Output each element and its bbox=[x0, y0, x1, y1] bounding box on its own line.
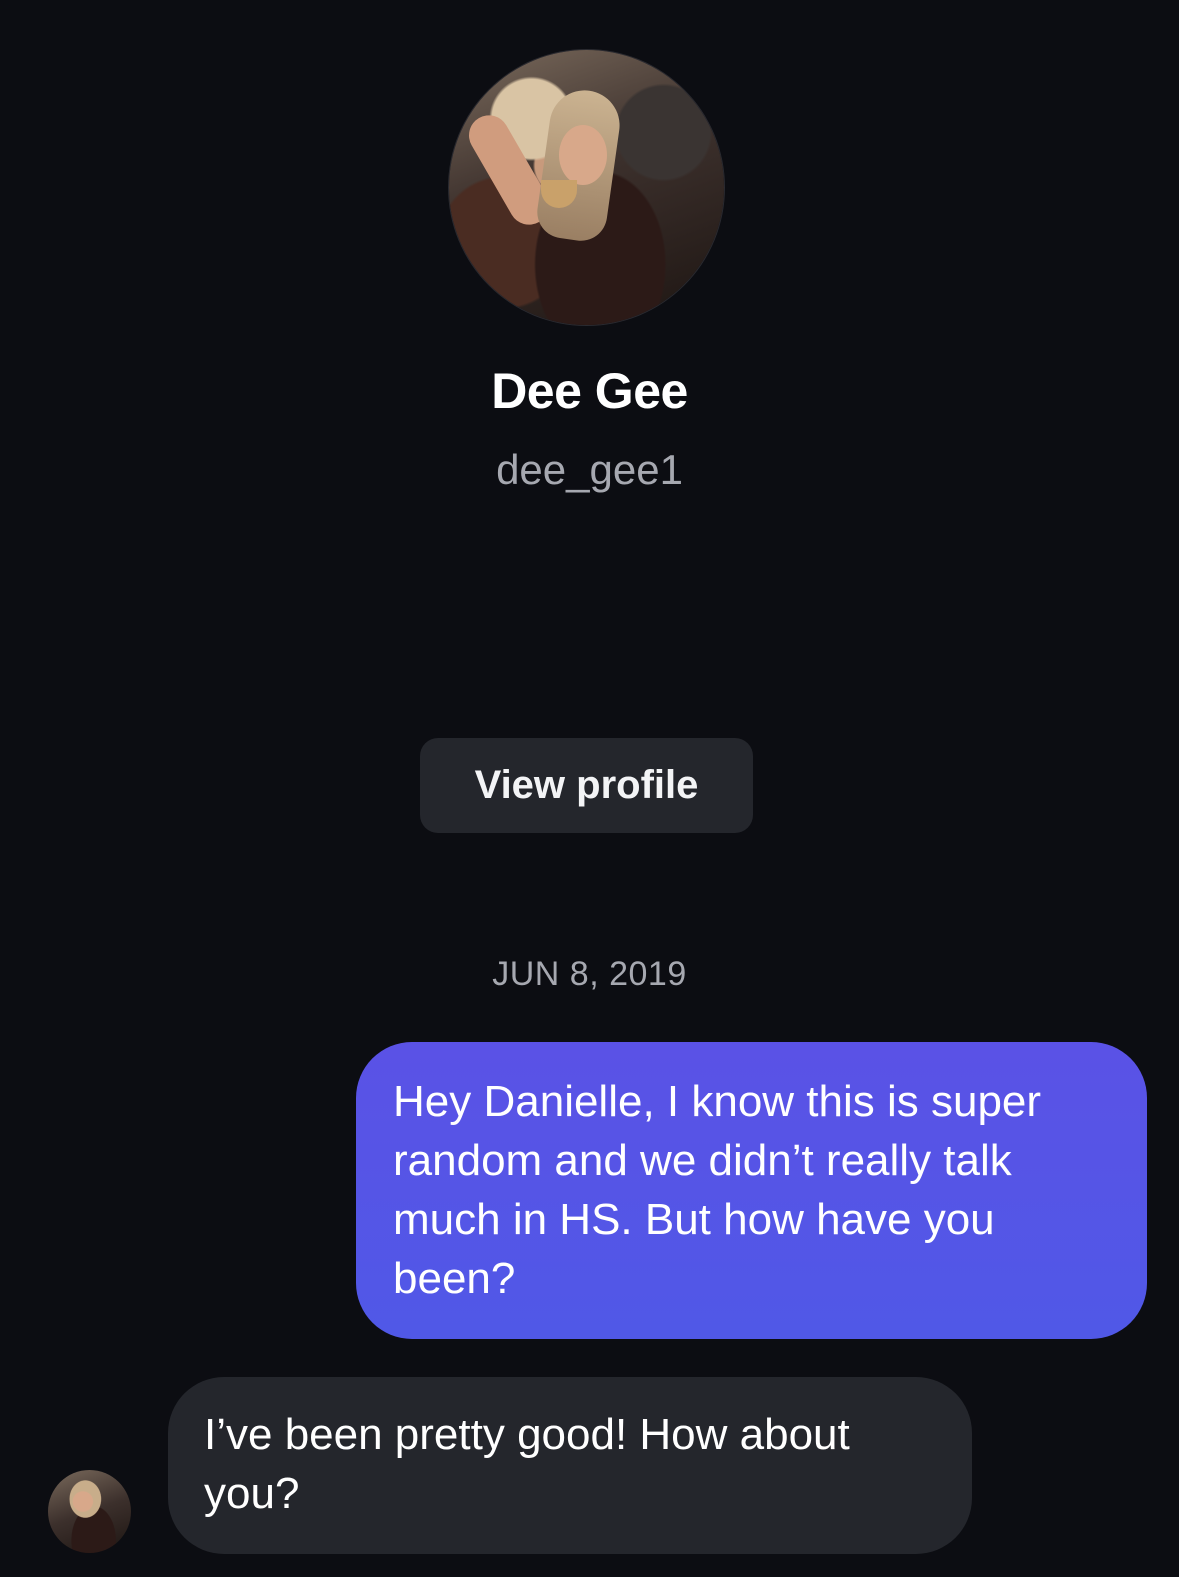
sent-message-bubble[interactable]: Hey Danielle, I know this is super rando… bbox=[356, 1042, 1147, 1339]
avatar-photo-detail bbox=[559, 125, 607, 185]
profile-avatar[interactable] bbox=[449, 50, 724, 325]
view-profile-button[interactable]: View profile bbox=[420, 738, 753, 833]
message-date-separator: JUN 8, 2019 bbox=[492, 955, 687, 993]
received-message-bubble[interactable]: I’ve been pretty good! How about you? bbox=[168, 1377, 972, 1554]
sender-avatar[interactable] bbox=[48, 1470, 131, 1553]
profile-display-name: Dee Gee bbox=[491, 363, 688, 419]
profile-username: dee_gee1 bbox=[496, 446, 683, 493]
